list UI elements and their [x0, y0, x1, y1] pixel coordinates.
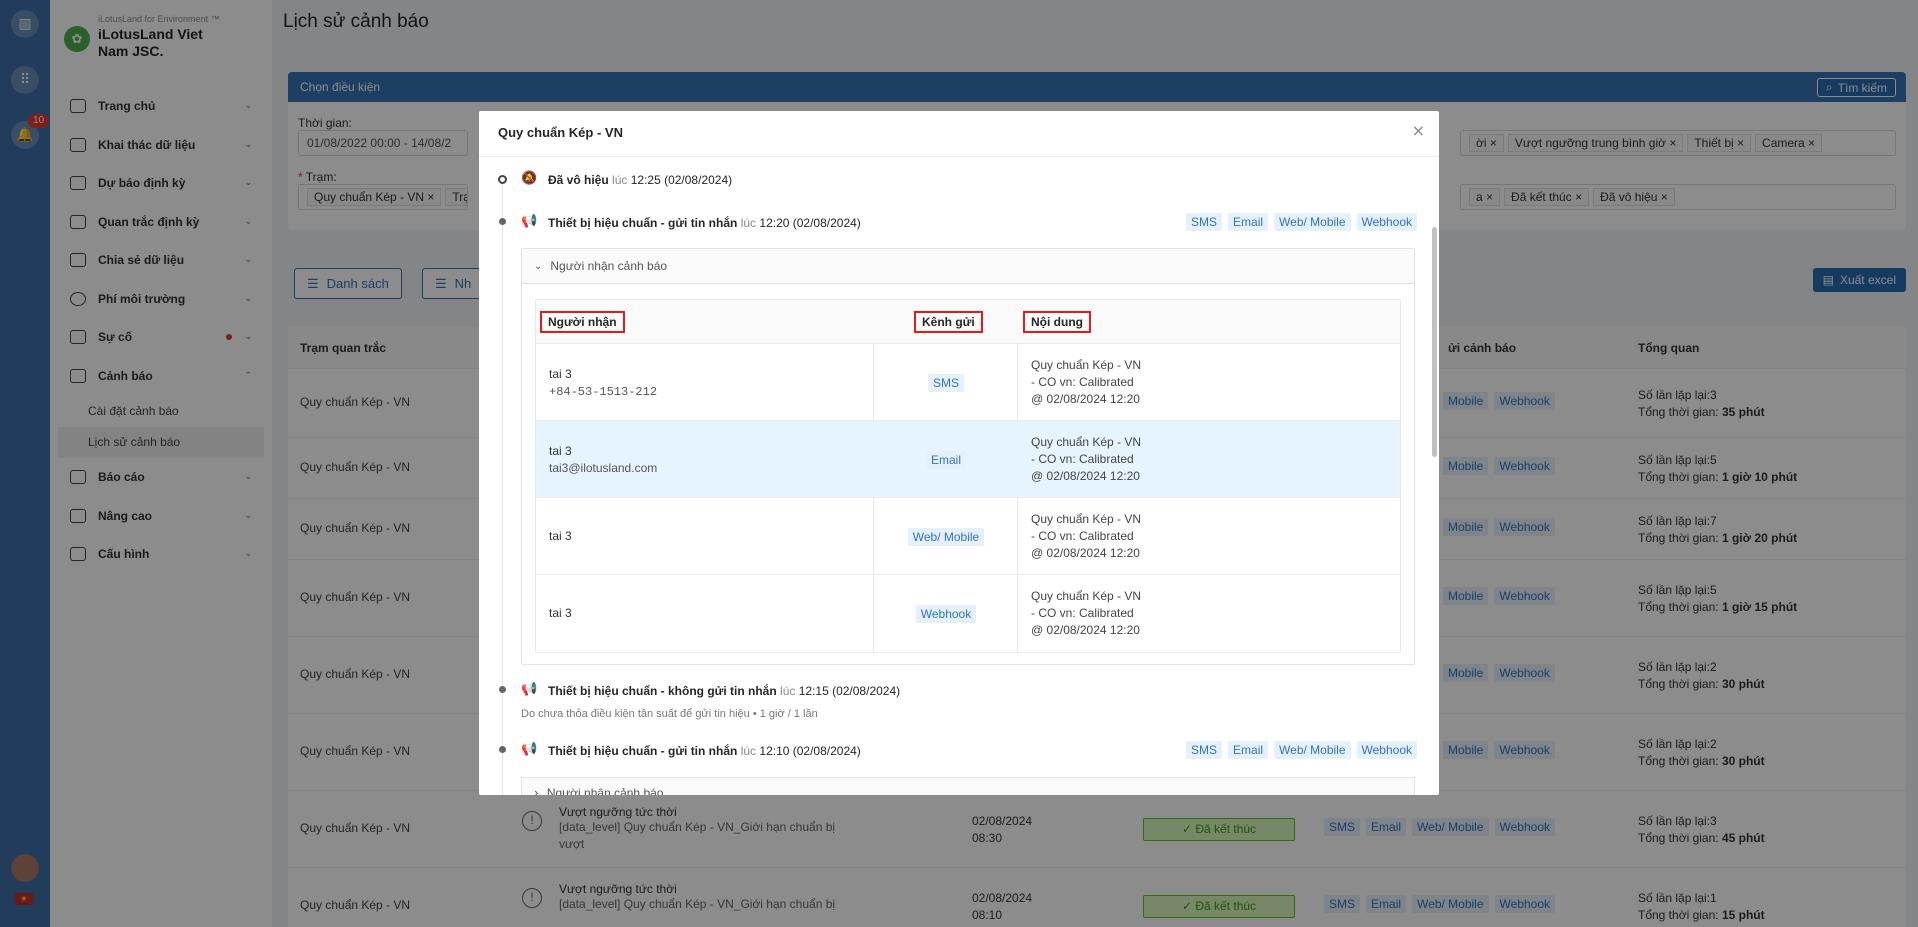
channel-cell: SMS — [874, 374, 1018, 392]
calibration-icon: 📢 — [521, 214, 538, 229]
receivers-panel-title: Người nhận cảnh báo — [546, 786, 664, 795]
column-content: Nội dung — [1023, 311, 1091, 333]
receivers-panel-collapsed[interactable]: › Người nhận cảnh báo — [521, 777, 1415, 795]
recipient-cell: tai 3 +84-53-1513-212 — [549, 367, 658, 399]
modal-title: Quy chuẩn Kép - VN — [498, 125, 623, 140]
table-row[interactable]: tai 3 Web/ Mobile Quy chuẩn Kép - VN - CO… — [536, 498, 1400, 575]
close-icon[interactable]: × — [1412, 121, 1425, 140]
channel-cell: Webhook — [874, 605, 1018, 623]
receivers-table: Người nhận Kênh gửi Nội dung tai 3 +84-53… — [535, 299, 1401, 653]
bell-off-icon: 🔕 — [521, 171, 538, 186]
calibration-icon: 📢 — [521, 682, 538, 697]
channel-chip: Email — [925, 451, 966, 469]
chevron-right-icon: › — [534, 786, 539, 795]
table-row[interactable]: tai 3 tai3@ilotusland.com Email Quy chuẩn… — [536, 421, 1400, 498]
timeline-line — [502, 179, 503, 795]
modal-divider — [479, 156, 1439, 157]
channel-chip: SMS — [927, 374, 964, 392]
timeline-dot — [498, 175, 507, 184]
alert-detail-modal: Quy chuẩn Kép - VN × 🔕 Đã vô hiệu lúc 12… — [479, 111, 1439, 795]
column-recipient: Người nhận — [540, 311, 625, 333]
channel-chip: Webhook — [915, 605, 977, 623]
channel-chip-webhook: Webhook — [1356, 213, 1417, 231]
recipient-cell: tai 3 tai3@ilotusland.com — [549, 444, 658, 475]
channel-chip: Web/ Mobile — [907, 528, 985, 546]
timeline-dot — [499, 218, 506, 225]
recipient-cell: tai 3 — [549, 606, 572, 620]
chevron-down-icon: ⌄ — [534, 260, 543, 272]
recipient-cell: tai 3 — [549, 529, 572, 543]
timeline-event: Thiết bị hiệu chuẩn - gửi tin nhắn lúc 1… — [548, 744, 861, 758]
channel-chip-email: Email — [1228, 213, 1269, 231]
channel-chip-webhook: Webhook — [1356, 741, 1417, 759]
channel-chip-sms: SMS — [1186, 741, 1223, 759]
timeline-event-note: Do chưa thỏa điều kiện tần suất để gửi t… — [521, 708, 818, 720]
timeline-dot — [499, 686, 506, 693]
channel-cell: Email — [874, 451, 1018, 469]
timeline-event: Đã vô hiệu lúc 12:25 (02/08/2024) — [548, 173, 733, 187]
timeline-dot — [499, 746, 506, 753]
timeline-event: Thiết bị hiệu chuẩn - gửi tin nhắn lúc 1… — [548, 216, 861, 230]
channel-chip-sms: SMS — [1186, 213, 1223, 231]
calibration-icon: 📢 — [521, 742, 538, 757]
content-cell: Quy chuẩn Kép - VN - CO vn: Calibrated @ 0… — [1031, 435, 1142, 483]
content-cell: Quy chuẩn Kép - VN - CO vn: Calibrated @ 0… — [1031, 358, 1142, 406]
timeline-event: Thiết bị hiệu chuẩn - không gửi tin nhắn… — [548, 684, 901, 698]
receivers-panel-title: Người nhận cảnh báo — [550, 259, 668, 273]
channel-chips: SMS Email Web/ Mobile Webhook — [1186, 213, 1417, 231]
channel-chip-web-mobile: Web/ Mobile — [1274, 741, 1351, 759]
receivers-panel: ⌄ Người nhận cảnh báo Người nhận Kênh gửi… — [521, 248, 1415, 665]
table-row[interactable]: tai 3 Webhook Quy chuẩn Kép - VN - CO vn:… — [536, 575, 1400, 652]
content-cell: Quy chuẩn Kép - VN - CO vn: Calibrated @ 0… — [1031, 589, 1142, 637]
modal-scrollbar[interactable] — [1432, 227, 1437, 457]
column-channel: Kênh gửi — [914, 311, 983, 333]
content-cell: Quy chuẩn Kép - VN - CO vn: Calibrated @ 0… — [1031, 512, 1142, 560]
channel-chips: SMS Email Web/ Mobile Webhook — [1186, 741, 1417, 759]
channel-chip-web-mobile: Web/ Mobile — [1274, 213, 1351, 231]
channel-chip-email: Email — [1228, 741, 1269, 759]
table-row[interactable]: tai 3 +84-53-1513-212 SMS Quy chuẩn Kép -… — [536, 344, 1400, 421]
receivers-table-header: Người nhận Kênh gửi Nội dung — [536, 300, 1400, 344]
channel-cell: Web/ Mobile — [874, 528, 1018, 546]
receivers-panel-header[interactable]: ⌄ Người nhận cảnh báo — [522, 249, 1414, 284]
